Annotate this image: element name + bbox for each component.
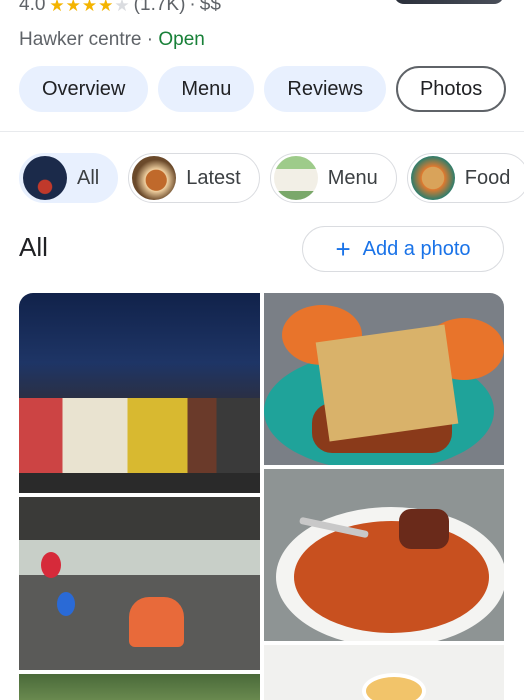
- photo-tile[interactable]: [19, 293, 260, 493]
- place-photos-page: 4.0 ★ ★ ★ ★ ★ (1.7K) · $$ Hawker centre …: [0, 0, 524, 700]
- photo-filter-chips: All Latest Menu Food: [19, 153, 524, 203]
- place-category: Hawker centre: [19, 29, 142, 50]
- star-icon: ★: [65, 0, 81, 15]
- chip-label: Menu: [327, 166, 378, 189]
- star-empty-icon: ★: [114, 0, 130, 15]
- chip-thumbnail: [132, 156, 177, 200]
- rating-stars: ★ ★ ★ ★ ★: [49, 0, 129, 14]
- star-icon: ★: [49, 0, 65, 15]
- filter-chip-menu[interactable]: Menu: [269, 153, 397, 203]
- status-separator: ·: [146, 29, 154, 50]
- tab-menu[interactable]: Menu: [158, 66, 255, 112]
- tab-photos[interactable]: Photos: [395, 66, 507, 112]
- star-icon: ★: [81, 0, 98, 15]
- crackers-image: [315, 324, 459, 442]
- lantern-image: [57, 592, 75, 616]
- cup-image: [362, 673, 426, 700]
- lantern-image: [41, 552, 61, 578]
- photo-tile[interactable]: [264, 645, 504, 700]
- price-level: $$: [199, 0, 221, 15]
- photo-tile[interactable]: [264, 293, 504, 465]
- chip-label: Food: [464, 166, 511, 189]
- filter-chip-all[interactable]: All: [19, 153, 119, 203]
- plus-icon: +: [335, 234, 351, 264]
- tab-overview[interactable]: Overview: [19, 66, 149, 112]
- review-count[interactable]: (1.7K): [134, 0, 186, 16]
- chip-label: Latest: [186, 166, 241, 189]
- diner-image: [129, 597, 184, 647]
- add-photo-label: Add a photo: [362, 237, 471, 260]
- filter-chip-latest[interactable]: Latest: [128, 153, 260, 203]
- street-image: [19, 473, 260, 493]
- chip-thumbnail: [410, 156, 455, 200]
- price-separator: ·: [189, 0, 196, 15]
- photo-tile[interactable]: [19, 497, 260, 670]
- rating-row: 4.0 ★ ★ ★ ★ ★ (1.7K) · $$: [19, 0, 221, 16]
- tab-reviews[interactable]: Reviews: [264, 66, 386, 112]
- chip-thumbnail: [23, 156, 67, 200]
- star-icon: ★: [98, 0, 114, 15]
- section-title: All: [19, 232, 48, 262]
- meat-image: [399, 509, 449, 549]
- open-status: Open: [158, 29, 205, 50]
- header-photo-thumbnail[interactable]: [394, 0, 504, 4]
- filter-chip-food[interactable]: Food: [406, 153, 524, 203]
- photo-tile[interactable]: [264, 469, 504, 641]
- storefront-image: [19, 398, 260, 473]
- place-info-row: Hawker centre · Open: [19, 29, 205, 51]
- place-tabs: Overview Menu Reviews Photos: [19, 66, 507, 112]
- rating-value: 4.0: [19, 0, 46, 15]
- laksa-soup-image: [294, 521, 489, 633]
- add-photo-button[interactable]: + Add a photo: [302, 226, 504, 272]
- chip-label: All: [77, 166, 100, 189]
- tabs-divider: [0, 131, 524, 132]
- photo-tile[interactable]: [19, 674, 260, 700]
- chip-thumbnail: [273, 156, 318, 200]
